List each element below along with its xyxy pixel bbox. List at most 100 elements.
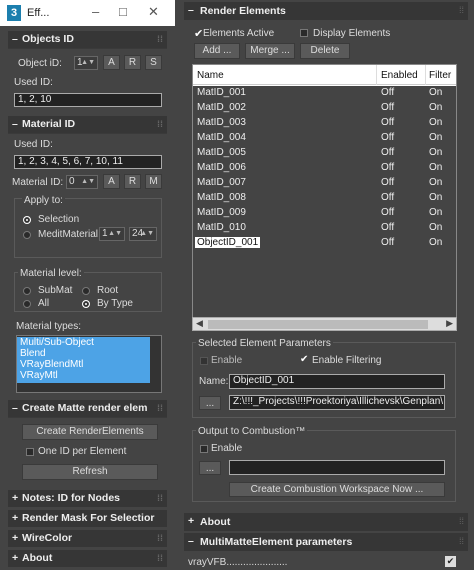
table-row[interactable]: MatID_007 Off On bbox=[193, 176, 456, 191]
objects-id-header[interactable]: – Objects ID ⁞⁞ bbox=[8, 31, 167, 48]
row-name: MatID_002 bbox=[197, 102, 246, 113]
level-root-radio[interactable] bbox=[82, 287, 90, 295]
material-id-a-button[interactable]: A bbox=[103, 174, 120, 189]
material-id-m-button[interactable]: M bbox=[145, 174, 162, 189]
window-title: Eff... bbox=[27, 7, 50, 19]
combustion-browse-button[interactable]: ... bbox=[199, 461, 221, 475]
display-elements-checkbox[interactable] bbox=[300, 29, 308, 37]
merge-element-button[interactable]: Merge ... bbox=[245, 43, 295, 59]
table-row[interactable]: MatID_002 Off On bbox=[193, 101, 456, 116]
table-row[interactable]: ObjectID_001 Off On bbox=[193, 236, 456, 251]
refresh-button[interactable]: Refresh bbox=[22, 464, 158, 480]
medit-to-spinner[interactable]: 24 ▲▼ bbox=[129, 227, 157, 241]
row-enabled: Off bbox=[381, 177, 395, 188]
one-id-checkbox[interactable] bbox=[26, 448, 34, 456]
selected-params-label: Selected Element Parameters bbox=[196, 338, 333, 349]
table-row[interactable]: MatID_001 Off On bbox=[193, 86, 456, 101]
object-id-spinner[interactable]: 1 ▲▼ bbox=[74, 56, 98, 70]
material-id-header[interactable]: – Material ID ⁞⁞ bbox=[8, 116, 167, 133]
close-icon[interactable]: ✕ bbox=[148, 4, 159, 20]
list-item[interactable]: Blend bbox=[17, 348, 150, 359]
object-id-a-button[interactable]: A bbox=[103, 55, 120, 70]
minimize-icon[interactable]: – bbox=[92, 4, 99, 19]
material-id-r-button[interactable]: R bbox=[124, 174, 141, 189]
apply-selection-radio[interactable] bbox=[23, 216, 31, 224]
about-rollout-right[interactable]: + About ⁞⁞ bbox=[184, 513, 468, 531]
create-renderelements-button[interactable]: Create RenderElements bbox=[22, 424, 158, 440]
table-row[interactable]: MatID_010 Off On bbox=[193, 221, 456, 236]
scroll-right-icon[interactable]: ▶ bbox=[446, 318, 453, 329]
create-matte-header[interactable]: – Create Matte render elem ⁞⁞ bbox=[8, 400, 167, 417]
table-row[interactable]: MatID_009 Off On bbox=[193, 206, 456, 221]
maximize-icon[interactable]: □ bbox=[119, 4, 127, 19]
table-row[interactable]: MatID_008 Off On bbox=[193, 191, 456, 206]
row-name: MatID_005 bbox=[197, 147, 246, 158]
level-bytype-radio[interactable] bbox=[82, 300, 90, 308]
3dsmax-logo-icon: 3 bbox=[7, 5, 21, 21]
column-header-name[interactable]: Name bbox=[197, 70, 224, 81]
add-element-button[interactable]: Add ... bbox=[194, 43, 240, 59]
object-id-r-button[interactable]: R bbox=[124, 55, 141, 70]
objects-used-id-field[interactable]: 1, 2, 10 bbox=[14, 93, 162, 107]
scroll-left-icon[interactable]: ◀ bbox=[196, 318, 203, 329]
render-elements-header[interactable]: – Render Elements ⁞⁞ bbox=[184, 2, 468, 20]
multimatte-rollout[interactable]: – MultiMatteElement parameters ⁞⁞ bbox=[184, 533, 468, 551]
notes-header: Notes: ID for Nodes bbox=[22, 492, 121, 504]
enable-checkbox[interactable] bbox=[200, 357, 208, 365]
apply-medit-label: MeditMaterial bbox=[38, 229, 99, 240]
element-path-field[interactable]: Z:\!!!_Projects\!!!Proektoriya\Illichevs… bbox=[229, 395, 445, 410]
material-types-selection: Multi/Sub-Object Blend VRayBlendMtl VRay… bbox=[17, 337, 150, 383]
notes-rollout[interactable]: + Notes: ID for Nodes ⁞⁞ bbox=[8, 490, 167, 507]
elements-active-label: Elements Active bbox=[203, 28, 275, 39]
table-horizontal-scrollbar[interactable]: ◀ ▶ bbox=[192, 317, 457, 331]
combustion-enable-checkbox[interactable] bbox=[200, 445, 208, 453]
medit-from-spinner[interactable]: 1 ▲▼ bbox=[99, 227, 125, 241]
level-all-label: All bbox=[38, 298, 50, 309]
table-row[interactable]: MatID_006 Off On bbox=[193, 161, 456, 176]
row-enabled: Off bbox=[381, 237, 395, 248]
path-browse-button[interactable]: ... bbox=[199, 396, 221, 410]
enable-filtering-checkmark-icon[interactable]: ✔ bbox=[300, 354, 308, 365]
render-mask-rollout[interactable]: + Render Mask For Selectior bbox=[8, 510, 167, 527]
level-submat-radio[interactable] bbox=[23, 287, 31, 295]
material-types-list[interactable]: Multi/Sub-Object Blend VRayBlendMtl VRay… bbox=[16, 335, 162, 393]
list-item[interactable]: VRayBlendMtl bbox=[17, 359, 150, 370]
scrollbar-thumb[interactable] bbox=[208, 320, 428, 329]
apply-medit-radio[interactable] bbox=[23, 231, 31, 239]
elements-active-checkmark-icon[interactable]: ✔ bbox=[194, 27, 203, 40]
table-row[interactable]: MatID_004 Off On bbox=[193, 131, 456, 146]
objects-id-rollout: – Objects ID ⁞⁞ Object iD: 1 ▲▼ A R S Used … bbox=[8, 31, 167, 115]
table-row[interactable]: MatID_005 Off On bbox=[193, 146, 456, 161]
column-header-enabled[interactable]: Enabled bbox=[381, 70, 418, 81]
title-bar: 3 Eff... – □ ✕ bbox=[0, 0, 175, 26]
level-root-label: Root bbox=[97, 285, 119, 296]
combustion-path-field[interactable] bbox=[229, 460, 445, 475]
wirecolor-rollout[interactable]: + WireColor ⁞⁞ bbox=[8, 530, 167, 547]
level-submat-label: SubMat bbox=[38, 285, 73, 296]
render-mask-header: Render Mask For Selectior bbox=[22, 512, 155, 524]
script-window: 3 Eff... – □ ✕ – Objects ID ⁞⁞ Object iD: … bbox=[0, 0, 175, 570]
create-combustion-button[interactable]: Create Combustion Workspace Now ... bbox=[229, 482, 445, 497]
row-filter: On bbox=[429, 162, 443, 173]
row-enabled: Off bbox=[381, 102, 395, 113]
row-filter: On bbox=[429, 87, 443, 98]
list-item[interactable]: VRayMtl bbox=[17, 370, 150, 381]
objects-id-panel: Object iD: 1 ▲▼ A R S Used ID: 1, 2, 10 bbox=[8, 49, 167, 115]
row-enabled: Off bbox=[381, 147, 395, 158]
vrayvfb-checkbox[interactable]: ✔ bbox=[445, 556, 456, 567]
element-name-field[interactable]: ObjectID_001 bbox=[229, 374, 445, 389]
material-id-spinner[interactable]: 0 ▲▼ bbox=[66, 175, 98, 189]
list-item[interactable]: Multi/Sub-Object bbox=[17, 337, 150, 348]
row-enabled: Off bbox=[381, 162, 395, 173]
row-name: MatID_003 bbox=[197, 117, 246, 128]
table-row[interactable]: MatID_003 Off On bbox=[193, 116, 456, 131]
material-used-id-field[interactable]: 1, 2, 3, 4, 5, 6, 7, 10, 11 bbox=[14, 155, 162, 169]
level-all-radio[interactable] bbox=[23, 300, 31, 308]
render-elements-table: Name Enabled Filter MatID_001 Off On MatID_… bbox=[192, 64, 457, 331]
column-header-filter[interactable]: Filter bbox=[429, 70, 455, 81]
row-enabled: Off bbox=[381, 192, 395, 203]
material-used-id-label: Used ID: bbox=[14, 139, 53, 150]
object-id-s-button[interactable]: S bbox=[145, 55, 162, 70]
about-rollout-left[interactable]: + About ⁞⁞ bbox=[8, 550, 167, 567]
delete-element-button[interactable]: Delete bbox=[300, 43, 350, 59]
